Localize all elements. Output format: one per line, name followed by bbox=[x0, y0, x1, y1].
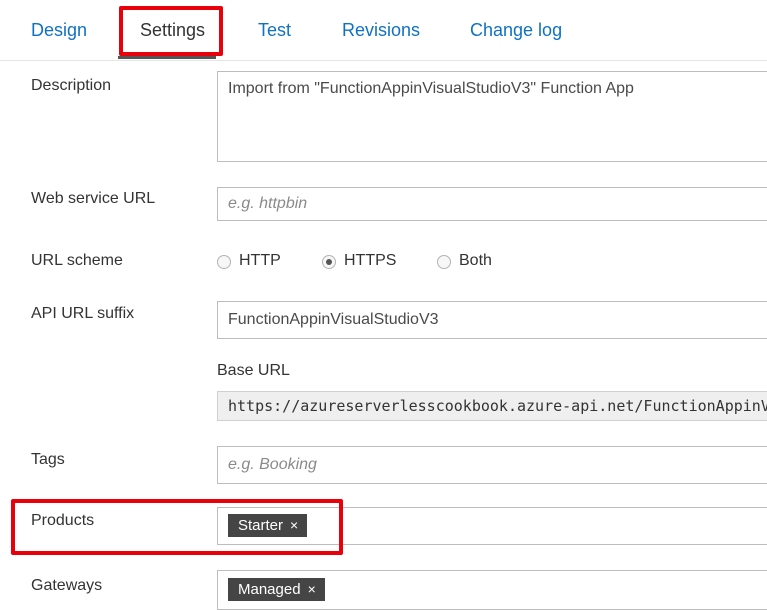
tabs-divider bbox=[0, 60, 767, 61]
api-url-suffix-label: API URL suffix bbox=[31, 305, 135, 322]
base-url-value: https://azureserverlesscookbook.azure-ap… bbox=[217, 391, 767, 421]
remove-chip-icon[interactable]: × bbox=[290, 517, 298, 533]
tab-design[interactable]: Design bbox=[31, 20, 87, 41]
tags-input[interactable]: e.g. Booking bbox=[217, 446, 767, 484]
tab-settings[interactable]: Settings bbox=[140, 20, 205, 41]
tab-bar: Design Settings Test Revisions Change lo… bbox=[0, 0, 767, 62]
description-textarea[interactable]: Import from "FunctionAppinVisualStudioV3… bbox=[217, 71, 767, 162]
tab-revisions[interactable]: Revisions bbox=[342, 20, 420, 41]
product-chip-label: Starter bbox=[238, 517, 284, 534]
base-url-label: Base URL bbox=[217, 362, 290, 379]
tab-change-log[interactable]: Change log bbox=[470, 20, 562, 41]
radio-icon bbox=[437, 255, 451, 269]
gateways-input[interactable]: Managed × bbox=[217, 570, 767, 610]
gateway-chip-managed: Managed × bbox=[228, 578, 325, 601]
gateways-label: Gateways bbox=[31, 577, 103, 594]
products-label: Products bbox=[31, 512, 95, 529]
api-url-suffix-input[interactable]: FunctionAppinVisualStudioV3 bbox=[217, 301, 767, 339]
web-service-url-label: Web service URL bbox=[31, 190, 156, 207]
url-scheme-both-label: Both bbox=[459, 252, 492, 269]
active-tab-underline bbox=[118, 56, 216, 59]
tags-placeholder: e.g. Booking bbox=[228, 456, 317, 473]
description-label: Description bbox=[31, 77, 112, 94]
url-scheme-http-label: HTTP bbox=[239, 252, 281, 269]
tags-label: Tags bbox=[31, 451, 65, 468]
url-scheme-https-label: HTTPS bbox=[344, 252, 397, 269]
tab-test[interactable]: Test bbox=[258, 20, 291, 41]
url-scheme-label: URL scheme bbox=[31, 252, 123, 269]
radio-icon bbox=[217, 255, 231, 269]
api-url-suffix-value: FunctionAppinVisualStudioV3 bbox=[228, 311, 439, 328]
product-chip-starter: Starter × bbox=[228, 514, 308, 537]
gateway-chip-label: Managed bbox=[238, 581, 301, 598]
description-value: Import from "FunctionAppinVisualStudioV3… bbox=[228, 80, 634, 97]
remove-chip-icon[interactable]: × bbox=[308, 581, 316, 597]
web-service-url-input[interactable]: e.g. httpbin bbox=[217, 187, 767, 221]
products-input[interactable]: Starter × bbox=[217, 507, 767, 545]
web-service-url-placeholder: e.g. httpbin bbox=[228, 195, 308, 212]
radio-selected-icon bbox=[322, 255, 336, 269]
